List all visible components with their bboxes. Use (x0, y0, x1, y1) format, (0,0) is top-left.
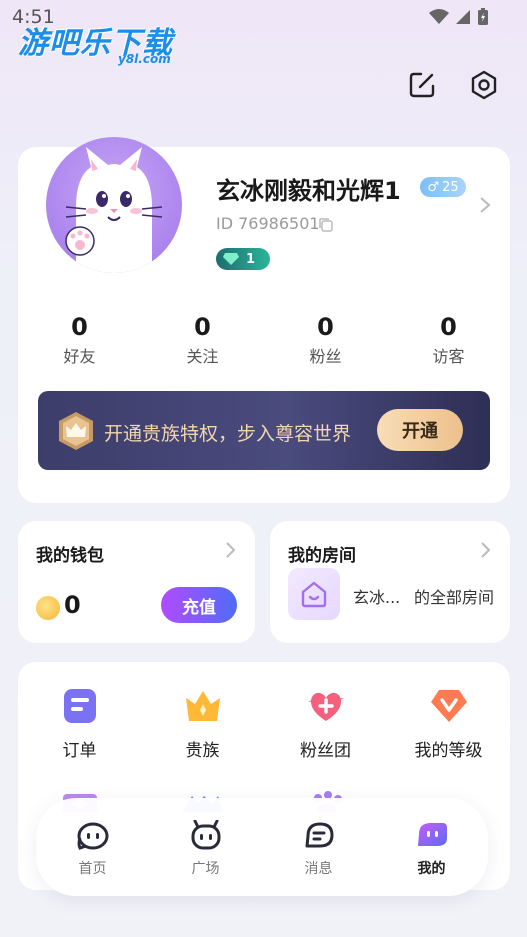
gem-icon (223, 253, 239, 265)
stat-value: 0 (71, 313, 88, 341)
tab-label: 广场 (191, 861, 220, 877)
age-value: 25 (442, 179, 459, 195)
room-owner: 玄冰... (353, 588, 401, 607)
username: 玄冰刚毅和光辉1 (216, 177, 401, 205)
recharge-button[interactable]: 充值 (161, 587, 237, 623)
menu-item-my-level[interactable]: 我的等级 (387, 686, 510, 761)
avatar[interactable] (46, 137, 182, 273)
room-icon (288, 568, 340, 620)
home-icon (77, 822, 108, 850)
fan-club-icon (307, 692, 344, 721)
menu-grid: 订单 贵族 粉丝团 我的等级 (18, 686, 510, 761)
tab-profile[interactable]: 我的 (375, 798, 488, 896)
user-id: ID 76986501 (216, 214, 320, 233)
stat-following[interactable]: 0 关注 (141, 313, 264, 367)
level-icon (430, 690, 467, 722)
edit-icon[interactable] (407, 70, 437, 100)
order-icon (63, 689, 96, 723)
level-badge: 1 (216, 248, 270, 270)
tab-label: 消息 (304, 861, 333, 877)
menu-label: 粉丝团 (300, 741, 351, 761)
noble-banner[interactable]: 开通贵族特权，步入尊容世界 开通 (38, 391, 490, 470)
top-actions (407, 70, 499, 100)
cat-avatar-icon (65, 147, 163, 273)
stat-value: 0 (194, 313, 211, 341)
menu-label: 我的等级 (414, 741, 483, 761)
noble-banner-text: 开通贵族特权，步入尊容世界 (104, 423, 352, 445)
crown-icon (185, 691, 220, 721)
stat-fans[interactable]: 0 粉丝 (264, 313, 387, 367)
stat-value: 0 (317, 313, 334, 341)
battery-icon (478, 8, 488, 25)
room-suffix: 的全部房间 (414, 588, 495, 607)
status-icons (429, 8, 489, 26)
stat-visitors[interactable]: 0 访客 (387, 313, 510, 367)
chevron-right-icon[interactable] (478, 195, 492, 215)
level-value: 1 (246, 251, 256, 267)
tab-label: 我的 (417, 861, 446, 877)
stat-label: 关注 (186, 347, 219, 366)
tab-square[interactable]: 广场 (149, 798, 262, 896)
signal-icon (456, 10, 470, 24)
stats-row: 0 好友 0 关注 0 粉丝 0 访客 (18, 313, 510, 367)
stat-value: 0 (440, 313, 457, 341)
wallet-title: 我的钱包 (36, 546, 104, 566)
menu-label: 订单 (62, 741, 97, 761)
chevron-right-icon (481, 542, 491, 558)
room-card[interactable]: 我的房间 玄冰... 的全部房间 (270, 521, 510, 643)
profile-card: 玄冰刚毅和光辉1 ♂ 25 ID 76986501 1 0 好友 0 关注 0 … (18, 137, 510, 503)
bottom-tab-bar: 首页 广场 消息 我的 (36, 798, 488, 896)
stat-label: 粉丝 (309, 347, 342, 366)
crown-badge-icon (59, 412, 93, 450)
menu-item-noble[interactable]: 贵族 (141, 686, 264, 761)
tab-home[interactable]: 首页 (36, 798, 149, 896)
settings-icon[interactable] (469, 70, 499, 100)
square-icon (191, 820, 220, 850)
room-title: 我的房间 (288, 546, 356, 566)
chevron-right-icon (226, 542, 236, 558)
stat-label: 好友 (63, 347, 96, 366)
coin-icon (36, 596, 60, 620)
male-icon: ♂ (427, 179, 440, 195)
coin-balance: 0 (64, 591, 81, 619)
watermark-logo: 游吧乐下载 y8l.com (18, 18, 173, 66)
watermark-domain: y8l.com (118, 52, 171, 66)
wifi-icon (429, 9, 449, 24)
message-icon (305, 822, 333, 848)
menu-item-fan-club[interactable]: 粉丝团 (264, 686, 387, 761)
menu-label: 贵族 (185, 741, 220, 761)
tab-messages[interactable]: 消息 (262, 798, 375, 896)
profile-icon (417, 823, 447, 846)
copy-icon[interactable] (318, 217, 334, 233)
tab-label: 首页 (78, 861, 107, 877)
stat-friends[interactable]: 0 好友 (18, 313, 141, 367)
gender-age-badge: ♂ 25 (420, 177, 466, 197)
menu-item-order[interactable]: 订单 (18, 686, 141, 761)
wallet-card[interactable]: 我的钱包 0 充值 (18, 521, 255, 643)
house-icon (301, 581, 327, 608)
stat-label: 访客 (432, 347, 465, 366)
open-noble-button[interactable]: 开通 (377, 409, 463, 451)
